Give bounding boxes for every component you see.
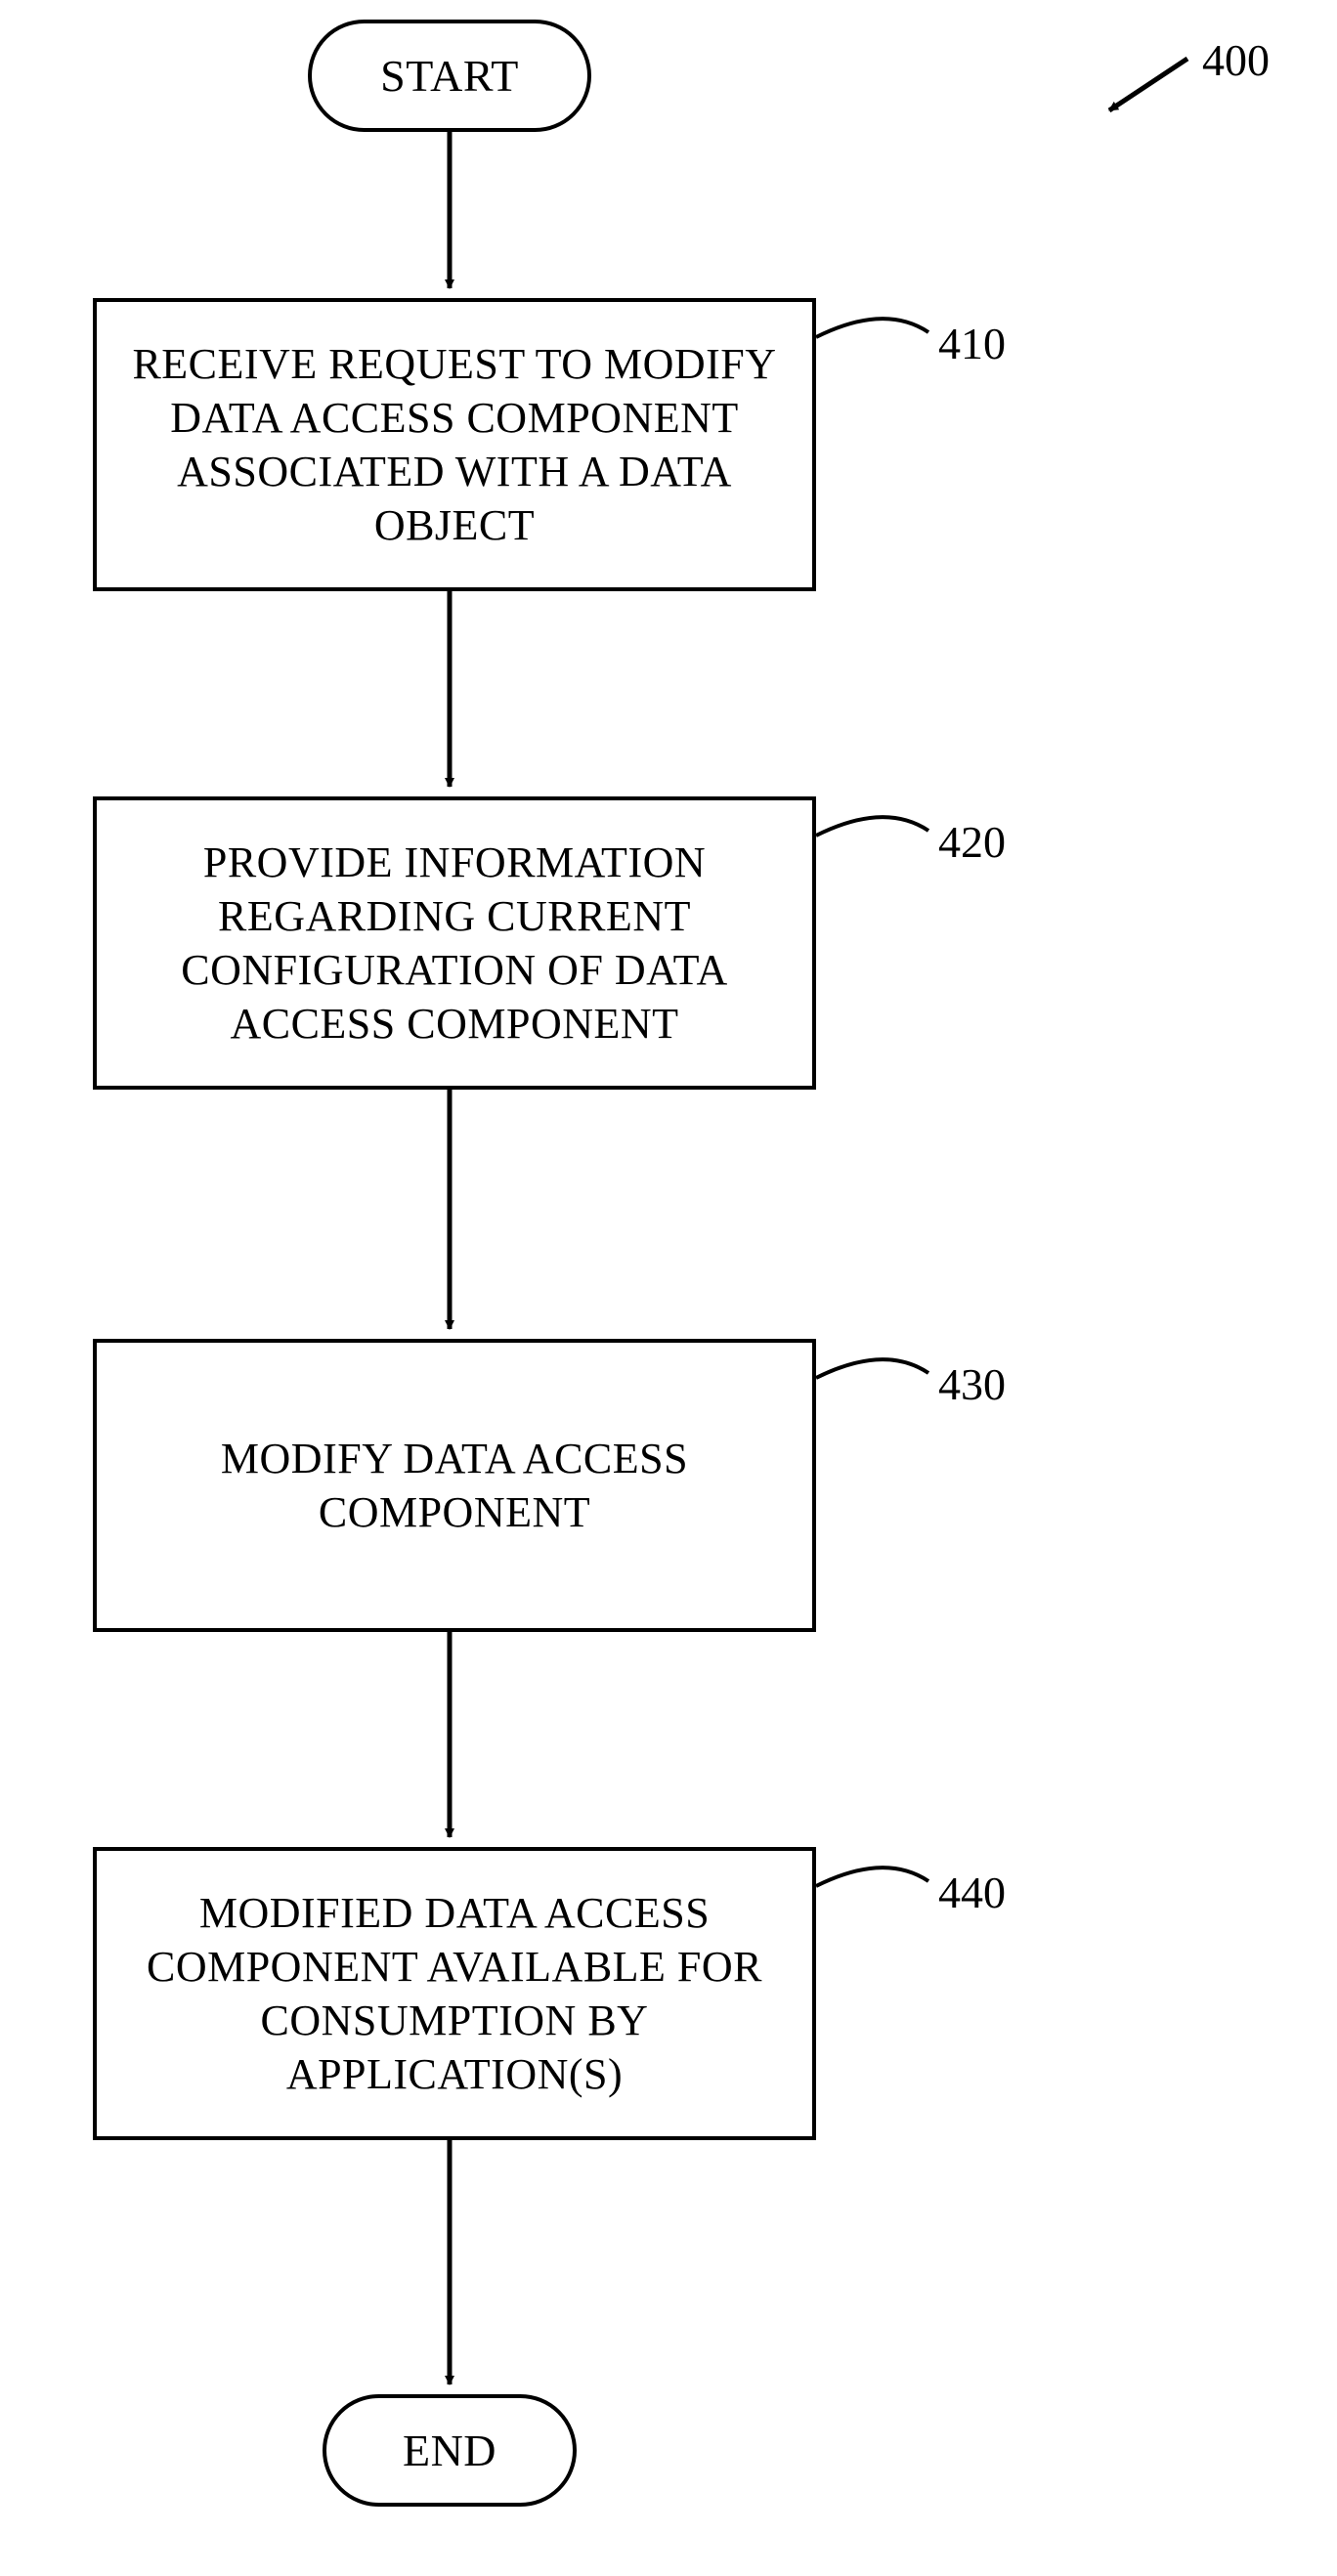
- end-terminator: END: [323, 2394, 577, 2507]
- figure-ref-arrow: [1109, 59, 1187, 110]
- process-step-430: MODIFY DATA ACCESS COMPONENT: [93, 1339, 816, 1632]
- ref-label-430: 430: [938, 1358, 1006, 1410]
- leader-420: [816, 817, 928, 836]
- leader-410: [816, 319, 928, 337]
- ref-label-420: 420: [938, 816, 1006, 868]
- process-step-440: MODIFIED DATA ACCESS COMPONENT AVAILABLE…: [93, 1847, 816, 2140]
- start-terminator: START: [308, 20, 591, 132]
- process-step-420: PROVIDE INFORMATION REGARDING CURRENT CO…: [93, 796, 816, 1090]
- flowchart-canvas: START RECEIVE REQUEST TO MODIFY DATA ACC…: [0, 0, 1337, 2576]
- leader-430: [816, 1359, 928, 1378]
- figure-ref-label: 400: [1202, 34, 1270, 86]
- leader-440: [816, 1868, 928, 1886]
- process-step-410: RECEIVE REQUEST TO MODIFY DATA ACCESS CO…: [93, 298, 816, 591]
- ref-label-410: 410: [938, 318, 1006, 369]
- ref-label-440: 440: [938, 1867, 1006, 1918]
